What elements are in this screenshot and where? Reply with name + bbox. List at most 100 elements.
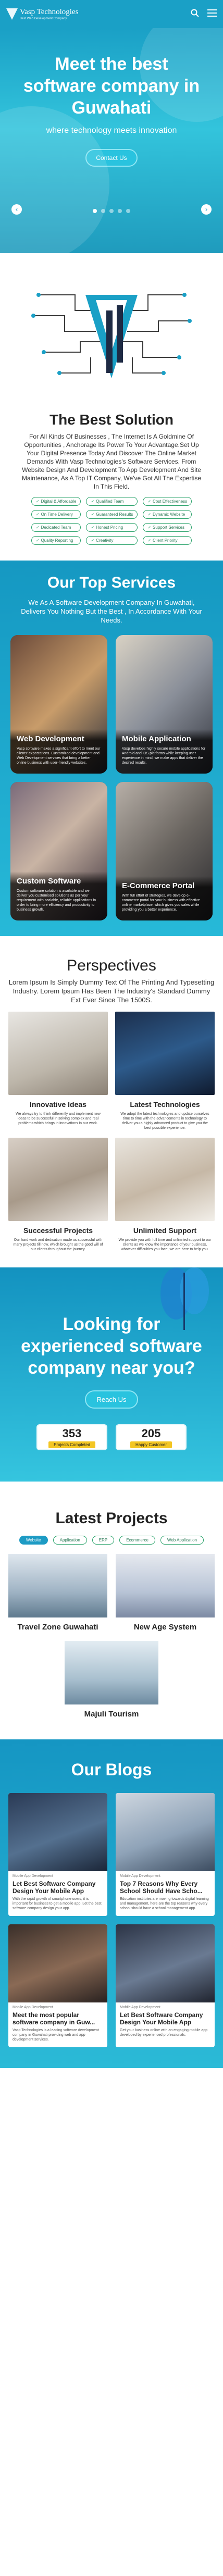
filter-application[interactable]: Application — [53, 1536, 87, 1545]
filter-ecommerce[interactable]: Ecommerce — [119, 1536, 155, 1545]
perspective-text: We always try to think differently and i… — [16, 1112, 101, 1125]
perspective-image — [8, 1012, 108, 1095]
site-header: Vasp Technologies Best Web Development C… — [0, 0, 223, 28]
blog-card[interactable]: Mobile App Development Let Best Software… — [8, 1793, 107, 1916]
perspective-card: Latest Technologies We adopt the latest … — [115, 1012, 215, 1130]
perspective-title: Successful Projects — [23, 1226, 93, 1235]
counter-label: Projects Completed — [48, 1441, 95, 1448]
blog-card[interactable]: Mobile App Development Let Best Software… — [116, 1924, 215, 2047]
services-title: Our Top Services — [47, 574, 176, 591]
best-solution-title: The Best Solution — [49, 412, 174, 428]
project-card[interactable]: New Age System — [116, 1554, 215, 1632]
perspectives-grid: Innovative Ideas We always try to think … — [8, 1012, 215, 1252]
perspective-text: We provide you with full time and unlimi… — [118, 1238, 212, 1251]
carousel-dot[interactable] — [126, 209, 130, 213]
project-filters: Website Application ERP Ecommerce Web Ap… — [8, 1536, 215, 1545]
feature-chip: Quality Reporting — [31, 536, 81, 545]
service-card-mobile-application[interactable]: Mobile Application Vasp develops highly … — [116, 635, 213, 774]
blog-card[interactable]: Mobile App Development Top 7 Reasons Why… — [116, 1793, 215, 1916]
perspective-title: Unlimited Support — [133, 1226, 197, 1235]
feature-chip: Honest Pricing — [86, 523, 138, 532]
feature-chip: Dedicated Team — [31, 523, 81, 532]
blogs-title: Our Blogs — [71, 1760, 152, 1779]
logo-tagline: Best Web Development Company — [20, 17, 67, 20]
counters: 353 Projects Completed 205 Happy Custome… — [10, 1424, 213, 1450]
counter-value: 353 — [62, 1426, 82, 1440]
service-card-custom-software[interactable]: Custom Software Custom software solution… — [10, 782, 107, 920]
perspective-card: Unlimited Support We provide you with fu… — [115, 1138, 215, 1252]
filter-website[interactable]: Website — [19, 1536, 48, 1545]
service-text: Custom software solution is available an… — [17, 889, 96, 912]
carousel-dot[interactable] — [101, 209, 105, 213]
carousel-dot[interactable] — [109, 209, 114, 213]
reach-us-button[interactable]: Reach Us — [85, 1390, 138, 1409]
best-solution-section: The Best Solution For All Kinds Of Busin… — [0, 253, 223, 561]
chevron-right-icon[interactable]: › — [201, 204, 212, 215]
blog-image — [8, 1924, 107, 2002]
perspectives-intro: Lorem Ipsum Is Simply Dummy Text Of The … — [8, 978, 215, 1004]
perspective-text: We adopt the latest technologies and upd… — [120, 1112, 209, 1130]
logo-mark-icon — [6, 7, 18, 21]
circuit-logo-illustration — [28, 274, 195, 394]
carousel-dot[interactable] — [93, 209, 97, 213]
blog-category: Mobile App Development — [120, 1874, 160, 1878]
service-title: E-Commerce Portal — [122, 881, 195, 890]
project-card[interactable]: Travel Zone Guwahati — [8, 1554, 107, 1632]
projects-grid: Travel Zone Guwahati New Age System Maju… — [8, 1554, 215, 1719]
blogs-section: Our Blogs Mobile App Development Let Bes… — [0, 1739, 223, 2068]
projects-section: Latest Projects Website Application ERP … — [0, 1482, 223, 1739]
blogs-grid: Mobile App Development Let Best Software… — [8, 1793, 215, 2047]
page: Vasp Technologies Best Web Development C… — [0, 0, 223, 2068]
header-actions — [191, 9, 217, 20]
service-card-web-development[interactable]: Web Development Vasp software makes a si… — [10, 635, 107, 774]
project-card[interactable]: Majuli Tourism — [65, 1641, 158, 1719]
service-title: Web Development — [17, 735, 84, 743]
blog-image — [116, 1793, 215, 1871]
perspective-card: Successful Projects Our hard work and de… — [8, 1138, 108, 1252]
hamburger-menu-icon[interactable] — [207, 9, 217, 20]
search-icon[interactable] — [191, 9, 199, 20]
service-text: Vasp software makes a significant effort… — [17, 747, 101, 765]
service-title: Mobile Application — [122, 735, 191, 743]
perspective-title: Innovative Ideas — [30, 1100, 86, 1109]
butterfly-decoration-icon — [155, 1267, 213, 1340]
hero-banner: Meet the best software company in Guwaha… — [0, 28, 223, 253]
perspective-title: Latest Technologies — [130, 1100, 200, 1109]
blog-excerpt: With the rapid growth of smartphone user… — [13, 1897, 102, 1910]
blog-excerpt: Get your business online with an engagin… — [120, 2029, 208, 2037]
project-image — [116, 1554, 215, 1617]
blog-image — [116, 1924, 215, 2002]
project-title: New Age System — [133, 1623, 197, 1632]
logo[interactable]: Vasp Technologies Best Web Development C… — [6, 7, 78, 21]
feature-chip: Cost Effectiveness — [143, 497, 192, 506]
feature-chip: Client Priority — [143, 536, 192, 545]
service-text: Vasp develops highly secure mobile appli… — [122, 747, 206, 765]
feature-chips: Digital & Affordable Qualified Team Cost… — [10, 497, 213, 545]
filter-erp[interactable]: ERP — [92, 1536, 115, 1545]
counter-projects: 353 Projects Completed — [36, 1424, 107, 1450]
perspective-image — [8, 1138, 108, 1221]
perspective-card: Innovative Ideas We always try to think … — [8, 1012, 108, 1130]
counter-label: Happy Customer — [130, 1441, 172, 1448]
logo-name: Vasp Technologies — [20, 7, 79, 16]
blog-title[interactable]: Meet the most popular software company i… — [13, 2011, 103, 2026]
filter-web-application[interactable]: Web Application — [160, 1536, 204, 1545]
feature-chip: Digital & Affordable — [31, 497, 81, 506]
service-text: With full effort of strategies, we devel… — [122, 894, 200, 912]
service-card-ecommerce-portal[interactable]: E-Commerce Portal With full effort of st… — [116, 782, 213, 920]
services-grid: Web Development Vasp software makes a si… — [10, 635, 213, 920]
service-title: Custom Software — [17, 877, 81, 886]
feature-chip: Qualified Team — [86, 497, 138, 506]
perspective-text: Our hard work and dedication made us suc… — [13, 1238, 103, 1251]
blog-title[interactable]: Let Best Software Company Design Your Mo… — [120, 2011, 210, 2026]
feature-chip: Creativity — [86, 536, 138, 545]
blog-category: Mobile App Development — [120, 2006, 160, 2009]
project-image — [65, 1641, 158, 1704]
feature-chip: Guaranteed Results — [86, 510, 138, 519]
blog-card[interactable]: Mobile App Development Meet the most pop… — [8, 1924, 107, 2047]
blog-title[interactable]: Top 7 Reasons Why Every School Should Ha… — [120, 1880, 210, 1895]
blog-title[interactable]: Let Best Software Company Design Your Mo… — [13, 1880, 103, 1895]
carousel-dot[interactable] — [118, 209, 122, 213]
counter-value: 205 — [141, 1426, 161, 1440]
services-section: Our Top Services We As A Software Develo… — [0, 561, 223, 936]
